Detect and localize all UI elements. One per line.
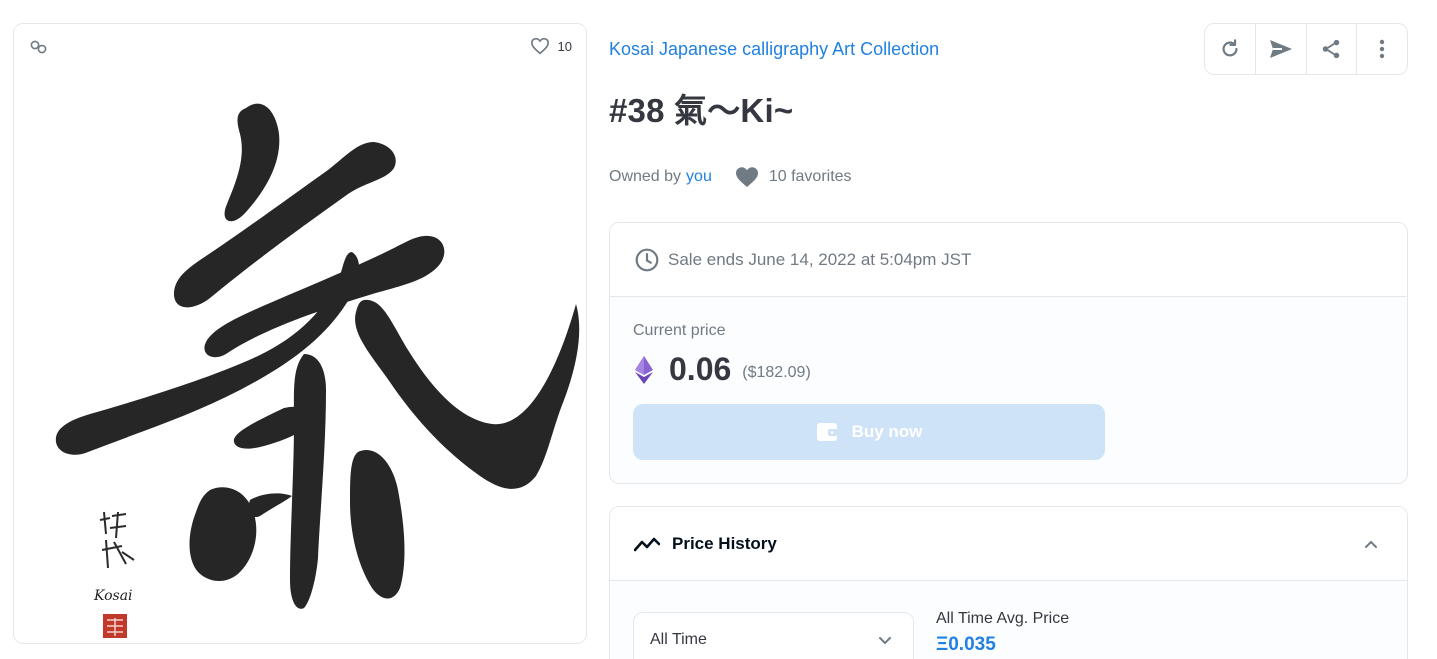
favorites-summary[interactable]: 10 favorites [735,166,852,188]
current-price-label: Current price [633,322,726,339]
artist-signature-text: Kosai [93,588,133,604]
calligraphy-artwork[interactable]: Kosai [14,72,586,643]
chevron-up-icon[interactable] [1363,536,1379,552]
time-range-value: All Time [650,631,707,648]
time-range-select[interactable]: All Time [633,612,914,659]
item-title: #38 氣〜Ki~ [609,92,794,129]
refresh-icon [1222,39,1238,57]
heart-filled-icon [735,167,758,187]
sale-ends-text: Sale ends June 14, 2022 at 5:04pm JST [668,249,972,269]
price-history-title: Price History [672,533,777,553]
more-options-button[interactable] [1357,24,1407,74]
trend-line-icon [634,537,660,551]
owned-by-label: Owned by [609,168,682,185]
favorites-count-text: 10 favorites [768,168,852,185]
price-history-header[interactable]: Price History [610,507,1407,581]
favorite-count: 10 [557,38,572,54]
refresh-button[interactable] [1205,24,1256,74]
more-icon [1379,39,1385,59]
share-icon [1323,39,1340,59]
transfer-button[interactable] [1256,24,1307,74]
chain-icon[interactable] [30,40,48,54]
price-eth: 0.06 [669,351,732,387]
heart-outline-icon [530,37,549,55]
price-history-card: Price History All Time All Time Avg. Pri… [609,506,1408,659]
clock-icon [635,248,659,271]
item-toolbar [1204,23,1408,75]
send-icon [1269,40,1292,58]
avg-price-value: Ξ0.035 [936,634,996,655]
ethereum-icon [635,355,653,384]
avg-price-label: All Time Avg. Price [936,610,1070,627]
artwork-card: 10 Kosai [13,23,587,644]
brush-strokes [55,103,580,609]
chevron-down-icon [879,637,891,645]
price-row: 0.06 ($182.09) [635,351,811,388]
collection-link[interactable]: Kosai Japanese calligraphy Art Collectio… [609,39,939,60]
buy-now-label: Buy now [851,422,923,441]
buy-now-button[interactable]: Buy now [633,404,1105,460]
price-usd: ($182.09) [742,363,811,381]
artist-signature-kanji [99,511,135,569]
owner-link[interactable]: you [686,168,712,186]
wallet-icon [816,423,839,441]
share-button[interactable] [1307,24,1358,74]
sale-card: Sale ends June 14, 2022 at 5:04pm JST Cu… [609,222,1408,484]
favorite-toggle[interactable]: 10 [530,37,572,55]
sale-deadline: Sale ends June 14, 2022 at 5:04pm JST [610,223,1407,297]
owner-row: Owned by you 10 favorites [609,166,852,188]
